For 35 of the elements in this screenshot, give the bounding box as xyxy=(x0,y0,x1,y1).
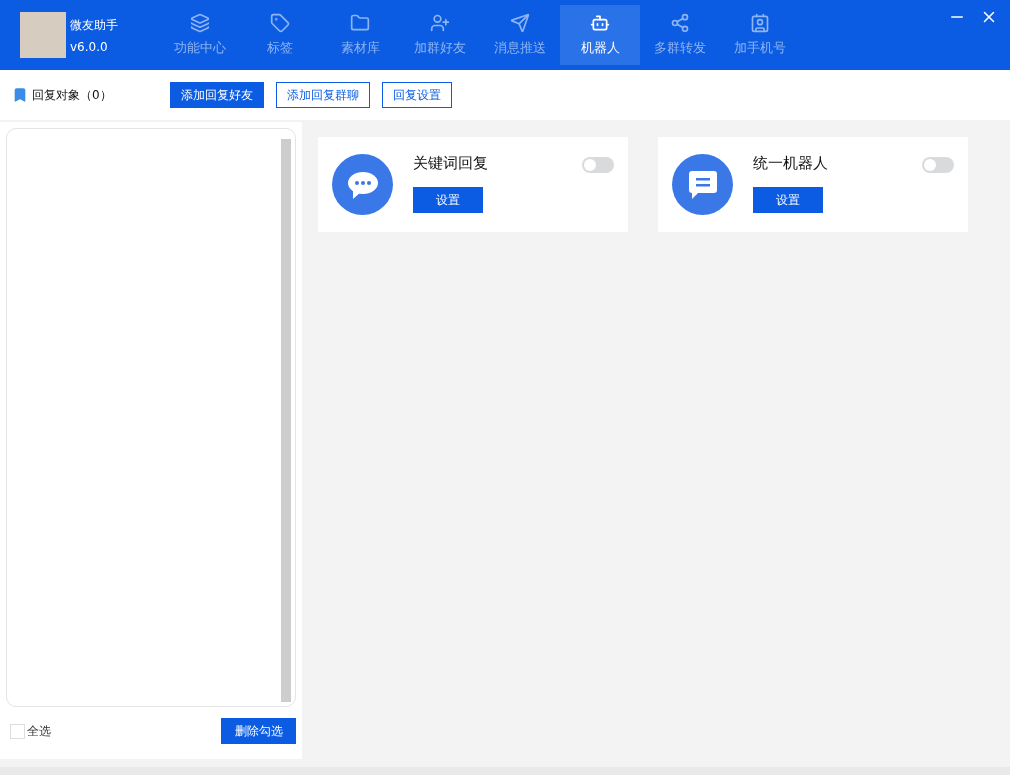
settings-button[interactable]: 设置 xyxy=(413,187,483,213)
paper-plane-icon xyxy=(510,13,530,33)
nav-tab[interactable]: 多群转发 xyxy=(640,5,720,65)
layers-icon xyxy=(190,13,210,33)
settings-button[interactable]: 设置 xyxy=(753,187,823,213)
folder-icon xyxy=(350,13,370,33)
scrollbar[interactable] xyxy=(281,139,291,702)
robot-icon xyxy=(590,13,610,33)
nav-tab[interactable]: 标签 xyxy=(240,5,320,65)
bookmark-icon xyxy=(12,87,28,103)
avatar-placeholder xyxy=(20,12,66,58)
nav-tab[interactable]: 素材库 xyxy=(320,5,400,65)
toggle-switch[interactable] xyxy=(582,157,614,173)
contact-book-icon xyxy=(750,13,770,33)
nav-tab[interactable]: 消息推送 xyxy=(480,5,560,65)
toggle-switch[interactable] xyxy=(922,157,954,173)
nav-tab[interactable]: 加群好友 xyxy=(400,5,480,65)
nav-tab[interactable]: 机器人 xyxy=(560,5,640,65)
nav-tab[interactable]: 功能中心 xyxy=(160,5,240,65)
user-plus-icon xyxy=(430,13,450,33)
chat-bubble-icon xyxy=(346,169,379,200)
share-icon xyxy=(670,13,690,33)
nav-tab[interactable]: 加手机号 xyxy=(720,5,800,65)
toolbar-button[interactable]: 添加回复群聊 xyxy=(276,82,370,108)
reply-target-title: 回复对象（0） xyxy=(32,86,113,104)
app-name: 微友助手 xyxy=(70,16,118,34)
app-version: v6.0.0 xyxy=(70,39,109,54)
card-title: 统一机器人 xyxy=(753,154,829,173)
toolbar-button[interactable]: 添加回复好友 xyxy=(170,82,264,108)
select-all-checkbox[interactable]: 全选 xyxy=(10,722,51,740)
message-icon xyxy=(687,169,718,200)
delete-checked-button[interactable]: 删除勾选 xyxy=(221,718,296,744)
toolbar-button[interactable]: 回复设置 xyxy=(382,82,452,108)
tag-icon xyxy=(270,13,290,33)
card-title: 关键词回复 xyxy=(413,154,489,173)
